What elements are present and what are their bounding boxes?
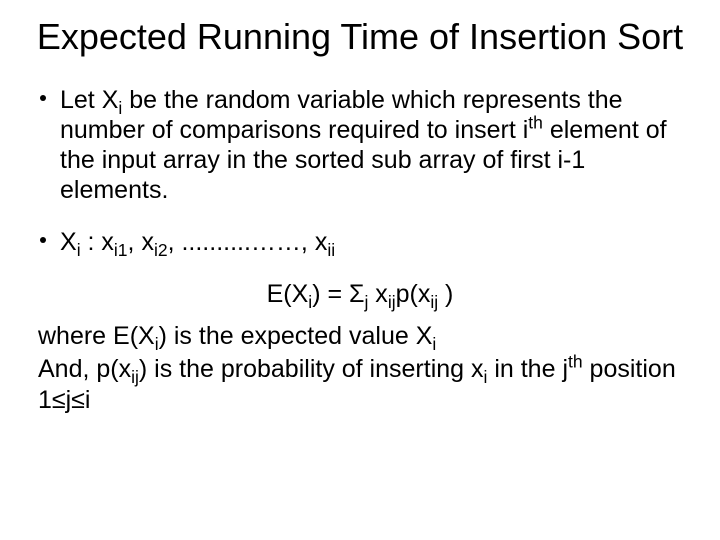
bullet-1: Let Xi be the random variable which repr… [32, 85, 688, 205]
bullet-2: Xi : xi1, xi2, ..........……, xii [32, 227, 688, 257]
and-line: And, p(xij) is the probability of insert… [32, 354, 688, 417]
bullet-dot-icon [40, 237, 46, 243]
slide-title: Expected Running Time of Insertion Sort [32, 16, 688, 57]
bullet-2-text: Xi : xi1, xi2, ..........……, xii [60, 227, 688, 257]
where-line: where E(Xi) is the expected value Xi [32, 321, 688, 352]
bullet-dot-icon [40, 95, 46, 101]
equation: E(Xi) = Σj xijp(xij ) [32, 279, 688, 310]
slide: Expected Running Time of Insertion Sort … [0, 0, 720, 416]
bullet-1-text: Let Xi be the random variable which repr… [60, 85, 688, 205]
